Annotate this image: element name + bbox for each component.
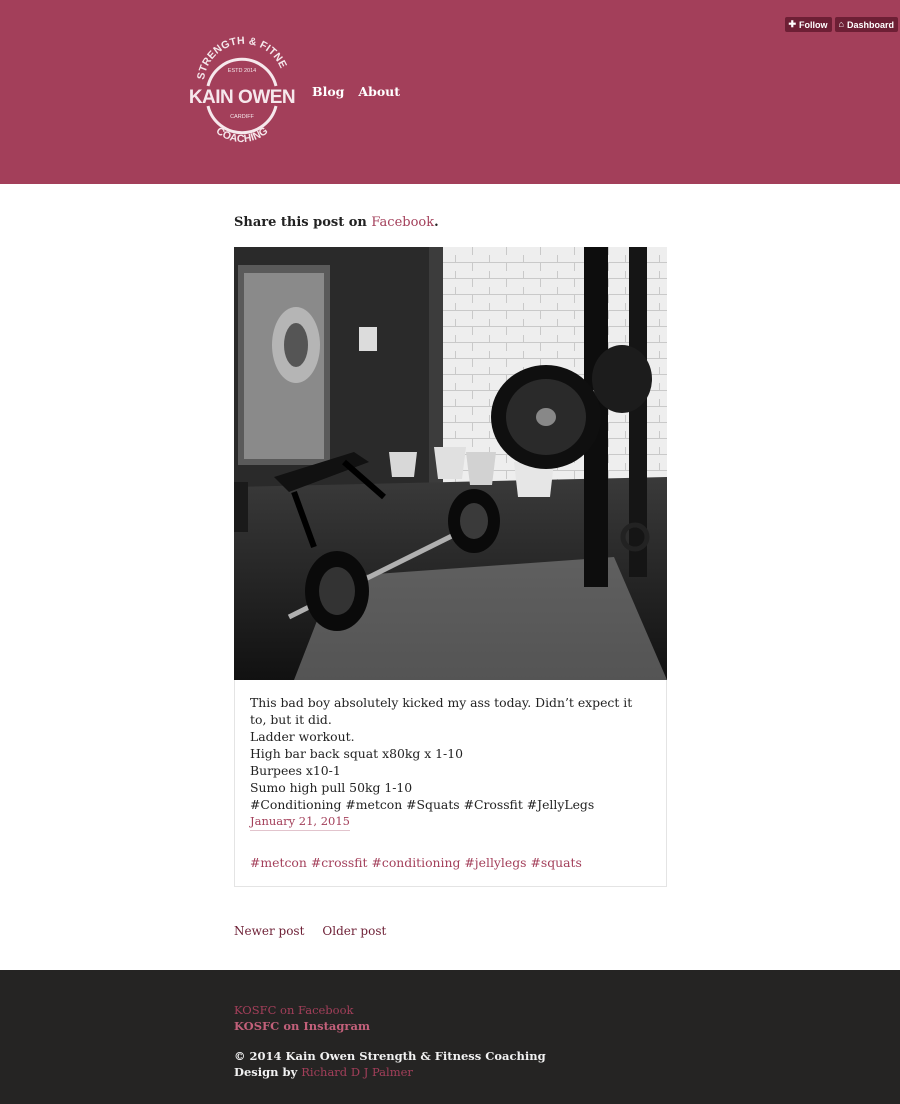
site-footer: KOSFC on Facebook KOSFC on Instagram © 2… <box>0 970 900 1104</box>
main-content: Share this post on Facebook. This bad bo… <box>234 212 667 887</box>
post-caption: This bad boy absolutely kicked my ass to… <box>235 680 666 886</box>
caption-line: Sumo high pull 50kg 1-10 <box>250 780 413 795</box>
logo-city-text: CARDIFF <box>230 114 254 120</box>
dashboard-label: Dashboard <box>846 19 894 30</box>
logo-estd-text: ESTD 2014 <box>228 68 256 74</box>
footer-inner: KOSFC on Facebook KOSFC on Instagram © 2… <box>234 1002 546 1080</box>
dashboard-button[interactable]: ⌂ Dashboard <box>834 17 898 32</box>
kain-owen-logo-icon: STRENGTH & FITNESS ESTD 2014 KAIN OWEN C… <box>182 19 295 145</box>
older-post-link[interactable]: Older post <box>322 924 386 938</box>
caption-line: High bar back squat x80kg x 1-10 <box>250 746 463 761</box>
share-prefix: Share this post on <box>234 215 372 230</box>
footer-instagram-link[interactable]: KOSFC on Instagram <box>234 1018 546 1034</box>
share-suffix: . <box>434 215 439 230</box>
caption-line: Burpees x10-1 <box>250 763 341 778</box>
svg-text:COACHING: COACHING <box>214 125 270 145</box>
caption-line: Ladder workout. <box>250 729 355 744</box>
home-icon: ⌂ <box>838 19 844 29</box>
pagination: Newer post Older post <box>234 924 386 938</box>
post-tags: #metcon #crossfit #conditioning #jellyle… <box>250 854 651 871</box>
design-prefix: Design by <box>234 1065 302 1079</box>
tag-link-squats[interactable]: #squats <box>531 854 582 871</box>
nav-item-about[interactable]: About <box>358 84 400 99</box>
share-facebook-link[interactable]: Facebook <box>371 215 434 230</box>
tag-link-crossfit[interactable]: #crossfit <box>311 854 368 871</box>
follow-label: Follow <box>799 19 828 30</box>
nav-item-blog[interactable]: Blog <box>312 84 344 99</box>
tag-link-jellylegs[interactable]: #jellylegs <box>464 854 526 871</box>
site-header: STRENGTH & FITNESS ESTD 2014 KAIN OWEN C… <box>0 0 900 184</box>
footer-copyright: © 2014 Kain Owen Strength & Fitness Coac… <box>234 1049 546 1063</box>
caption-line: This bad boy absolutely kicked my ass to… <box>250 695 633 727</box>
footer-design-credit: Design by Richard D J Palmer <box>234 1064 546 1080</box>
caption-line: #Conditioning #metcon #Squats #Crossfit … <box>250 797 595 812</box>
main-nav: Blog About <box>312 84 400 99</box>
logo-name-text: KAIN OWEN <box>189 87 295 108</box>
share-line: Share this post on Facebook. <box>234 212 667 234</box>
post-photo[interactable] <box>234 247 667 680</box>
tag-link-conditioning[interactable]: #conditioning <box>372 854 461 871</box>
post: This bad boy absolutely kicked my ass to… <box>234 247 667 887</box>
designer-link[interactable]: Richard D J Palmer <box>301 1065 413 1079</box>
tag-link-metcon[interactable]: #metcon <box>250 854 307 871</box>
tumblr-controls: ✚ Follow ⌂ Dashboard <box>784 17 898 32</box>
site-logo[interactable]: STRENGTH & FITNESS ESTD 2014 KAIN OWEN C… <box>182 19 298 156</box>
newer-post-link[interactable]: Newer post <box>234 924 304 938</box>
follow-button[interactable]: ✚ Follow <box>784 17 832 32</box>
logo-bottom-arc-text: COACHING <box>214 125 270 145</box>
plus-icon: ✚ <box>788 19 797 29</box>
post-date-link[interactable]: January 21, 2015 <box>250 813 350 831</box>
footer-facebook-link[interactable]: KOSFC on Facebook <box>234 1002 546 1018</box>
